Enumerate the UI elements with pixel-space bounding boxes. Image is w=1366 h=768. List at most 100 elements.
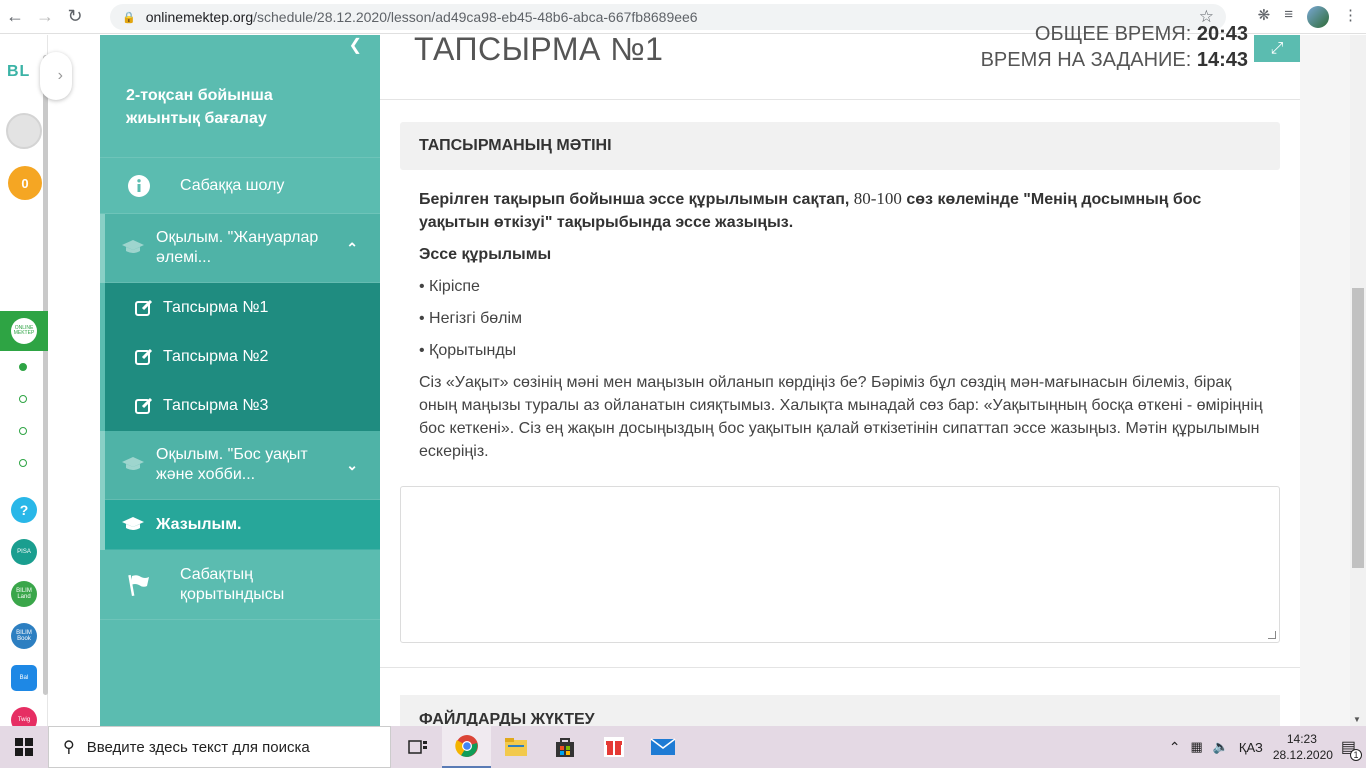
file-explorer-icon[interactable] [491, 726, 540, 768]
sidebar-item-label: Жазылым. [156, 515, 242, 533]
chevron-up-icon[interactable]: ⌃ [1169, 739, 1181, 756]
store-icon[interactable] [540, 726, 589, 768]
sidebar-task-1[interactable]: Тапсырма №1 [105, 283, 380, 332]
rail-dot-icon[interactable] [19, 363, 27, 371]
windows-start-icon[interactable] [0, 726, 48, 768]
sidebar-item-label: Оқылым. "Бос уақыт және хобби... [156, 446, 308, 483]
sidebar-item-label: Сабаққа шолу [180, 176, 285, 194]
edit-icon [135, 348, 153, 365]
list-item: • Кіріспе [419, 278, 480, 295]
rail-dot-icon[interactable] [19, 395, 27, 403]
reading-list-icon[interactable]: ≡ [1284, 6, 1293, 28]
task-label: Тапсырма №3 [163, 396, 269, 414]
rail-dot-icon[interactable] [19, 459, 27, 467]
page-scrollbar[interactable]: ▼ [1350, 35, 1366, 726]
forward-icon[interactable]: → [30, 2, 60, 32]
total-time-value: 20:43 [1196, 23, 1248, 45]
profile-avatar[interactable] [1307, 6, 1329, 28]
back-icon[interactable]: ← [0, 2, 30, 32]
notification-count: 1 [1350, 749, 1362, 761]
search-icon: ⚲ [63, 739, 75, 756]
onlinemektep-app-icon[interactable]: ONLINE MEKTEP [0, 311, 48, 351]
clock-time: 14:23 [1286, 732, 1317, 746]
bal-app-icon[interactable]: Bal [11, 665, 37, 691]
extensions-icon[interactable]: ❋ [1258, 6, 1271, 28]
scroll-down-icon[interactable]: ▼ [1353, 715, 1361, 724]
answer-textarea[interactable] [400, 486, 1280, 643]
graduation-cap-icon [120, 235, 146, 261]
list-item: • Негізгі бөлім [419, 310, 523, 327]
sidebar-item-label: Оқылым. "Жануарлар әлемі... [156, 229, 319, 266]
pisa-app-icon[interactable]: PISA [11, 539, 37, 565]
search-placeholder: Введите здесь текст для поиска [86, 738, 310, 756]
url-path: /schedule/28.12.2020/lesson/ad49ca98-eb4… [253, 9, 698, 25]
rail-dot-icon[interactable] [19, 427, 27, 435]
info-icon [126, 173, 152, 199]
browser-extensions: ❋ ≡ ⋮ [1258, 6, 1358, 28]
instruction-part: Берілген тақырып бойынша эссе құрылымын … [419, 191, 854, 208]
bl-logo[interactable]: BL [7, 63, 30, 81]
chrome-app-icon[interactable] [442, 726, 491, 768]
rail-scrollbar[interactable] [43, 55, 48, 695]
clock-date: 28.12.2020 [1272, 748, 1333, 762]
task-text: Берілген тақырып бойынша эссе құрылымын … [419, 187, 1269, 472]
url-host: onlinemektep.org [145, 9, 254, 25]
app-rail: BL 0 ONLINE MEKTEP ? PISA BILIM Land BIL… [0, 35, 48, 733]
task-instruction: Берілген тақырып бойынша эссе құрылымын … [419, 187, 1269, 234]
windows-taskbar: ⚲ Введите здесь текст для поиска ⌃ ▦ 🔈 Қ… [0, 726, 1366, 768]
page-gutter [1300, 35, 1350, 726]
sidebar-item-overview[interactable]: Сабаққа шолу [100, 157, 380, 214]
divider [380, 99, 1300, 100]
sidebar-task-3[interactable]: Тапсырма №3 [105, 381, 380, 430]
chevron-up-icon[interactable]: ⌃ [346, 240, 358, 257]
clock[interactable]: 14:23 28.12.2020 [1272, 731, 1333, 763]
textarea-resize-handle[interactable] [1268, 631, 1276, 639]
list-item: • Қорытынды [419, 342, 517, 359]
mail-icon[interactable] [638, 726, 687, 768]
task-time: ВРЕМЯ НА ЗАДАНИЕ: 14:43 [981, 49, 1248, 72]
speaker-icon[interactable]: 🔈 [1213, 739, 1229, 755]
lock-icon: 🔒 [122, 11, 136, 24]
taskbar-search[interactable]: ⚲ Введите здесь текст для поиска [48, 726, 391, 768]
scrollbar-thumb[interactable] [1352, 288, 1364, 568]
browser-menu-icon[interactable]: ⋮ [1343, 6, 1358, 28]
task-time-value: 14:43 [1196, 49, 1248, 71]
word-count: 80-100 [853, 189, 902, 208]
divider [380, 667, 1300, 668]
task-text-header: ТАПСЫРМАНЫҢ МӘТІНІ [400, 122, 1280, 170]
sidebar-task-2[interactable]: Тапсырма №2 [105, 332, 380, 381]
edit-icon [135, 397, 153, 414]
section-accent-bar [100, 214, 105, 283]
task-description: Сіз «Уақыт» сөзінің мәні мен маңызын ойл… [419, 374, 1263, 460]
help-icon[interactable]: ? [11, 497, 37, 523]
rail-expand-button[interactable]: › [40, 52, 72, 100]
section-accent-bar [100, 431, 105, 550]
task-list: Тапсырма №1 Тапсырма №2 Тапсырма №3 [105, 283, 380, 431]
graduation-cap-icon [120, 452, 146, 478]
gift-app-icon[interactable] [589, 726, 638, 768]
fullscreen-button[interactable]: ⤢ [1254, 35, 1300, 62]
notification-icon[interactable]: ▤ 1 [1341, 737, 1362, 761]
language-indicator[interactable]: ҚАЗ [1239, 740, 1263, 755]
sidebar-section-reading-hobby[interactable]: Оқылым. "Бос уақыт және хобби... ⌄ [100, 431, 380, 500]
sidebar-section-writing[interactable]: Жазылым. [100, 500, 380, 550]
task-label: Тапсырма №1 [163, 298, 269, 316]
sidebar-item-results[interactable]: Сабақтың қорытындысы [100, 550, 380, 620]
user-avatar[interactable] [6, 113, 42, 149]
task-view-icon[interactable] [393, 726, 442, 768]
bilimland-app-icon[interactable]: BILIM Land [11, 581, 37, 607]
expand-icon: ⤢ [1270, 39, 1284, 57]
coins-badge[interactable]: 0 [8, 166, 42, 200]
structure-list: • Кіріспе • Негізгі бөлім • Қорытынды [419, 275, 1269, 362]
chevron-down-icon[interactable]: ⌄ [346, 457, 358, 474]
structure-title: Эссе құрылымы [419, 246, 552, 263]
task-time-label: ВРЕМЯ НА ЗАДАНИЕ: [980, 49, 1192, 71]
page-title: ТАПСЫРМА №1 [414, 31, 664, 67]
total-time: ОБЩЕЕ ВРЕМЯ: 20:43 [1035, 23, 1248, 46]
flag-icon [126, 572, 152, 598]
sidebar-section-reading-animals[interactable]: Оқылым. "Жануарлар әлемі... ⌃ [100, 214, 380, 283]
battery-icon[interactable]: ▦ [1190, 739, 1202, 755]
bilimbook-app-icon[interactable]: BILIM Book [11, 623, 37, 649]
reload-icon[interactable]: ↻ [60, 2, 90, 32]
collapse-sidebar-icon[interactable]: ❮ [349, 35, 362, 55]
